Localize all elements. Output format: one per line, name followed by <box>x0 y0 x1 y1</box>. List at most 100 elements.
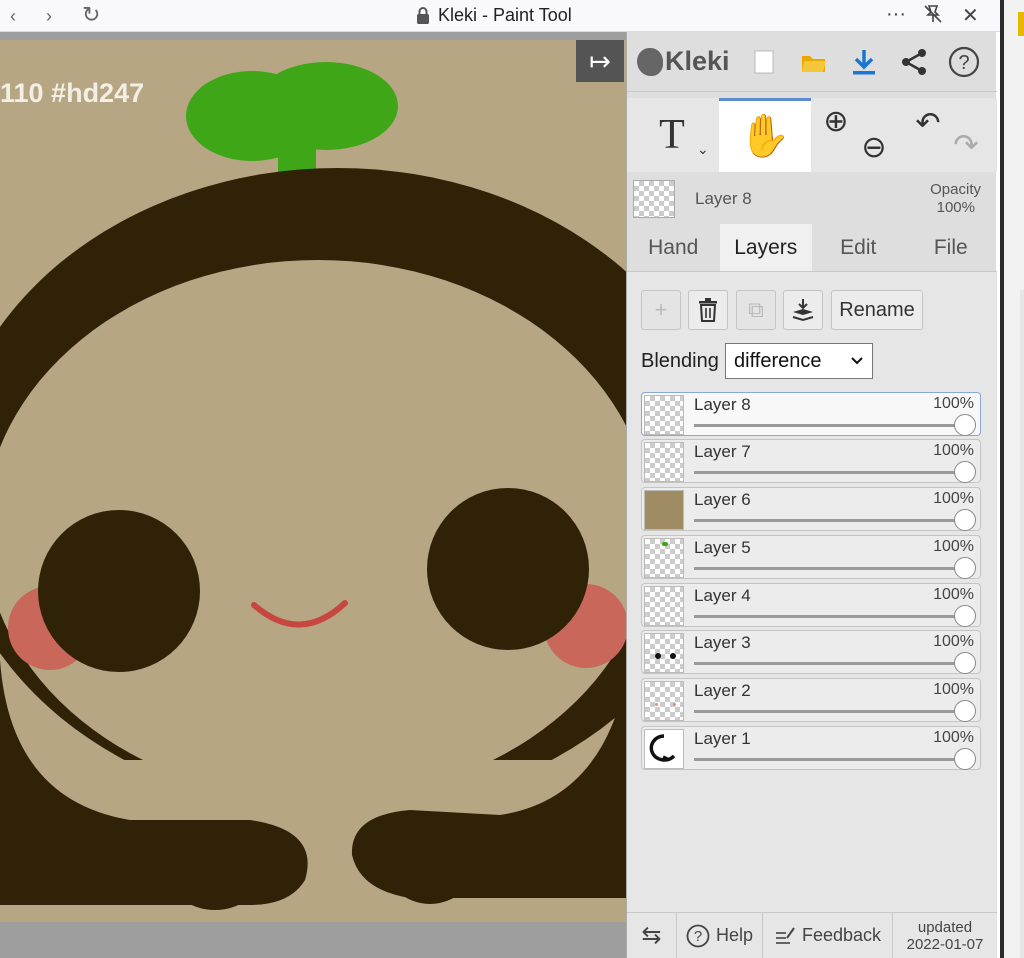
layer-row-1[interactable]: Layer 1 100% <box>641 726 981 770</box>
new-file-button[interactable] <box>739 36 789 88</box>
share-icon <box>902 48 926 75</box>
layer-row-4[interactable]: Layer 4 100% <box>641 583 981 627</box>
layer-thumbnail <box>644 681 684 721</box>
layer-opacity-slider-knob[interactable] <box>954 748 976 770</box>
pin-off-icon[interactable] <box>922 3 944 31</box>
folder-icon <box>802 55 826 72</box>
collapse-panel-button[interactable]: ↦ <box>576 40 624 82</box>
layer-name: Layer 4 <box>694 586 751 605</box>
back-icon[interactable]: ‹ <box>10 6 16 27</box>
svg-text:?: ? <box>694 928 702 945</box>
forward-icon[interactable]: › <box>46 6 52 27</box>
reload-icon[interactable]: ↻ <box>82 2 100 28</box>
blending-label: Blending <box>641 350 719 372</box>
layer-row-2[interactable]: Layer 2 100% <box>641 678 981 722</box>
layer-opacity-slider-knob[interactable] <box>954 509 976 531</box>
layer-name: Layer 1 <box>694 729 751 748</box>
text-tool-button[interactable]: T ⌄ <box>627 98 717 172</box>
open-folder-button[interactable] <box>789 36 839 88</box>
redo-icon[interactable]: ↷ <box>951 108 981 182</box>
panel-tabs: Hand Layers Edit File <box>627 224 997 272</box>
layer-name: Layer 8 <box>694 395 751 414</box>
adjacent-window-scrollbar <box>1020 290 1024 958</box>
merge-layer-button[interactable] <box>783 290 823 330</box>
opacity-value: 100% <box>936 199 975 216</box>
tab-edit[interactable]: Edit <box>812 224 905 271</box>
duplicate-layer-button[interactable]: ⧉ <box>736 290 776 330</box>
side-panel: Kleki ? T ⌄ ✋ ⊕ ⊖ ↶ ↷ Layer 8 Opacity 10… <box>626 32 997 958</box>
tab-hand[interactable]: Hand <box>627 224 720 271</box>
layer-opacity-slider-knob[interactable] <box>954 652 976 674</box>
updated-date: 2022-01-07 <box>906 935 984 953</box>
layer-row-3[interactable]: Layer 3 100% <box>641 630 981 674</box>
help-button[interactable]: ? <box>939 36 989 88</box>
drawing-canvas[interactable]: 110 #hd247 <box>0 40 626 922</box>
feedback-link[interactable]: Feedback <box>763 912 893 958</box>
layer-opacity-slider[interactable] <box>694 758 964 761</box>
close-window-icon[interactable]: ✕ <box>962 3 979 28</box>
layer-opacity: 100% <box>933 395 974 412</box>
layer-opacity-slider[interactable] <box>694 710 964 713</box>
chevron-down-icon[interactable]: ⌄ <box>697 142 709 159</box>
hand-tool-button[interactable]: ✋ <box>719 98 811 172</box>
layer-opacity: 100% <box>933 681 974 698</box>
undo-icon[interactable]: ↶ <box>913 86 943 160</box>
layer-opacity-slider-knob[interactable] <box>954 700 976 722</box>
canvas-overlay-text: 110 #hd247 <box>0 78 145 108</box>
layer-thumbnail <box>644 586 684 626</box>
layer-row-6[interactable]: Layer 6 100% <box>641 487 981 531</box>
layer-name: Layer 2 <box>694 681 751 700</box>
browser-titlebar: ‹ › ↻ Kleki - Paint Tool ··· ✕ <box>0 0 1000 32</box>
updated-label: updated <box>917 918 973 936</box>
svg-text:?: ? <box>958 52 969 74</box>
text-tool-label: T <box>659 112 685 158</box>
swap-panel-side-icon[interactable]: ⇆ <box>627 912 677 958</box>
rename-layer-button[interactable]: Rename <box>831 290 923 330</box>
download-button[interactable] <box>839 36 889 88</box>
active-layer-thumbnail <box>633 180 675 218</box>
delete-layer-button[interactable] <box>688 290 728 330</box>
layers-panel: + ⧉ Rename Blending difference Layer 8 1… <box>627 272 997 912</box>
layer-opacity-slider-knob[interactable] <box>954 414 976 436</box>
window-title: Kleki - Paint Tool <box>416 5 572 26</box>
layer-opacity: 100% <box>933 538 974 555</box>
layer-thumbnail <box>644 490 684 530</box>
share-button[interactable] <box>889 36 939 88</box>
layer-thumbnail <box>644 538 684 578</box>
layer-opacity: 100% <box>933 442 974 459</box>
active-layer-info: Layer 8 Opacity 100% <box>627 172 997 224</box>
layer-row-5[interactable]: Layer 5 100% <box>641 535 981 579</box>
layer-name: Layer 7 <box>694 442 751 461</box>
hand-icon: ✋ <box>738 112 792 159</box>
layer-opacity-slider-knob[interactable] <box>954 557 976 579</box>
layer-opacity-slider[interactable] <box>694 615 964 618</box>
tab-layers[interactable]: Layers <box>719 224 812 271</box>
layer-opacity-slider[interactable] <box>694 471 964 474</box>
merge-down-icon <box>792 299 814 322</box>
lock-icon <box>417 7 429 24</box>
panel-bottombar: ⇆ ? Help Feedback updated 2022-01-07 <box>627 912 997 958</box>
download-icon <box>853 49 875 74</box>
more-options-icon[interactable]: ··· <box>886 3 906 26</box>
help-icon: ? <box>948 46 980 77</box>
kleki-logo-text: Kleki <box>665 46 730 76</box>
zoom-in-icon[interactable]: ⊕ <box>821 84 851 158</box>
layer-name: Layer 6 <box>694 490 751 509</box>
tab-file[interactable]: File <box>905 224 998 271</box>
kleki-logo[interactable]: Kleki <box>627 46 739 77</box>
layer-row-7[interactable]: Layer 7 100% <box>641 439 981 483</box>
kleki-logo-icon <box>637 47 663 76</box>
help-link[interactable]: ? Help <box>677 912 763 958</box>
layer-opacity-slider-knob[interactable] <box>954 461 976 483</box>
layer-opacity-slider[interactable] <box>694 662 964 665</box>
blending-select[interactable]: difference <box>725 343 873 379</box>
layer-opacity-slider-knob[interactable] <box>954 605 976 627</box>
add-layer-button[interactable]: + <box>641 290 681 330</box>
layer-opacity-slider[interactable] <box>694 424 964 427</box>
help-label: Help <box>715 925 754 945</box>
panel-topbar: Kleki ? <box>627 32 997 92</box>
layer-opacity-slider[interactable] <box>694 567 964 570</box>
layer-opacity-slider[interactable] <box>694 519 964 522</box>
active-layer-name: Layer 8 <box>695 189 752 208</box>
layer-row-8[interactable]: Layer 8 100% <box>641 392 981 436</box>
